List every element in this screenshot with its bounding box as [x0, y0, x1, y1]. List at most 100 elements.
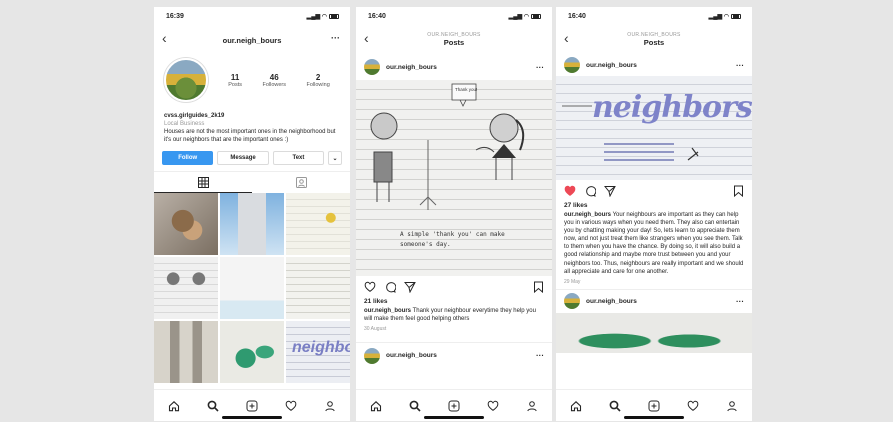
avatar[interactable]: [364, 347, 380, 364]
next-post-header: our.neigh_bours ···: [356, 342, 552, 368]
profile-summary: 11 Posts 46 Followers 2 Following: [154, 54, 350, 102]
stat-posts[interactable]: 11 Posts: [228, 73, 242, 88]
avatar[interactable]: [564, 293, 580, 310]
profile-tabs: [154, 171, 350, 194]
post-image[interactable]: neighbors: [556, 76, 752, 180]
avatar[interactable]: [564, 57, 580, 73]
posts-grid: neighbors: [154, 193, 350, 384]
likes-count[interactable]: 27 likes: [556, 202, 752, 209]
post-caption: our.neigh_bours Thank your neighbour eve…: [356, 305, 552, 323]
next-post-header: our.neigh_bours ···: [556, 288, 752, 313]
following-label: Following: [306, 81, 330, 88]
profile-icon[interactable]: [526, 400, 538, 412]
stat-following[interactable]: 2 Following: [307, 73, 330, 88]
next-post-username[interactable]: our.neigh_bours: [586, 298, 730, 305]
more-options-icon[interactable]: ···: [331, 33, 340, 43]
heart-icon[interactable]: [487, 400, 499, 412]
back-icon[interactable]: ‹: [564, 30, 569, 46]
profile-actions: Follow Message Text ⌄: [154, 144, 350, 166]
grid-post-5[interactable]: [220, 257, 284, 320]
home-icon[interactable]: [570, 400, 582, 412]
post-header: our.neigh_bours ···: [556, 54, 752, 76]
post-image[interactable]: A simple 'thank you' can make someone's …: [356, 80, 552, 276]
avatar[interactable]: [164, 58, 208, 102]
grid-post-1[interactable]: [154, 193, 218, 256]
heart-icon[interactable]: [687, 400, 699, 412]
caption-username[interactable]: our.neigh_bours: [564, 212, 611, 218]
image-scribbles: [562, 105, 699, 161]
bottom-nav: [154, 389, 350, 421]
bio-text: Houses are not the most important ones i…: [164, 129, 336, 144]
drawing-caption-text: A simple 'thank you' can make someone's …: [400, 231, 505, 248]
search-icon[interactable]: [207, 400, 219, 412]
add-post-icon[interactable]: [448, 400, 460, 412]
post-screen-2: 16:40 ▂▄▆ ◠ ‹ OUR.NEIGH_BOURS Posts our.…: [556, 7, 752, 421]
post-screen-1: 16:40 ▂▄▆ ◠ ‹ OUR.NEIGH_BOURS Posts our.…: [356, 7, 552, 421]
tab-grid[interactable]: [154, 172, 252, 194]
next-post-image[interactable]: [556, 312, 752, 353]
bookmark-icon[interactable]: [733, 185, 744, 197]
post-caption: our.neigh_bours Your neighbours are impo…: [556, 209, 752, 276]
back-icon[interactable]: ‹: [162, 30, 167, 46]
post-username[interactable]: our.neigh_bours: [586, 62, 730, 69]
comment-icon[interactable]: [384, 281, 396, 293]
heart-icon[interactable]: [285, 400, 297, 412]
post-header: our.neigh_bours ···: [356, 54, 552, 80]
share-icon[interactable]: [404, 281, 416, 293]
signal-wifi-battery-icon: ▂▄▆ ◠: [307, 13, 339, 20]
stat-followers[interactable]: 46 Followers: [262, 73, 286, 88]
likes-count[interactable]: 21 likes: [356, 298, 552, 305]
share-icon[interactable]: [604, 185, 616, 197]
like-heart-filled-icon[interactable]: [564, 185, 576, 197]
grid-post-3[interactable]: [286, 193, 350, 256]
drawing-bubble-text: Thank you!: [455, 87, 478, 92]
text-button[interactable]: Text: [272, 151, 325, 166]
more-options-icon[interactable]: ···: [536, 351, 544, 360]
back-icon[interactable]: ‹: [364, 30, 369, 46]
profile-bio: cvss.girlguides_2k19 Local Business Hous…: [154, 102, 350, 144]
posts-label: Posts: [228, 81, 242, 88]
home-icon[interactable]: [168, 400, 180, 412]
add-post-icon[interactable]: [648, 400, 660, 412]
more-options-icon[interactable]: ···: [736, 297, 744, 306]
home-icon[interactable]: [370, 400, 382, 412]
caption-username[interactable]: our.neigh_bours: [364, 308, 411, 314]
post-username[interactable]: our.neigh_bours: [386, 64, 530, 71]
more-options-icon[interactable]: ···: [536, 63, 544, 72]
signal-wifi-battery-icon: ▂▄▆ ◠: [709, 13, 741, 20]
follow-button[interactable]: Follow: [162, 151, 214, 166]
profile-screen: 16:39 ▂▄▆ ◠ ‹ our.neigh_bours ··· 11 Post…: [154, 7, 350, 421]
profile-icon[interactable]: [726, 400, 738, 412]
grid-post-2[interactable]: [220, 193, 284, 256]
next-post-username[interactable]: our.neigh_bours: [386, 352, 530, 359]
like-heart-icon[interactable]: [364, 281, 376, 293]
chevron-down-icon[interactable]: ⌄: [328, 151, 342, 166]
posts-header: ‹ OUR.NEIGH_BOURS Posts: [556, 26, 752, 54]
search-icon[interactable]: [609, 400, 621, 412]
profile-username-title: our.neigh_bours: [222, 35, 282, 45]
message-button[interactable]: Message: [217, 151, 269, 166]
header-title: Posts: [643, 37, 665, 47]
tab-tagged[interactable]: [252, 172, 350, 193]
avatar[interactable]: [364, 59, 380, 75]
followers-label: Followers: [262, 81, 287, 88]
profile-icon[interactable]: [324, 400, 336, 412]
post-date: 29 May: [564, 278, 581, 285]
grid-post-9[interactable]: neighbors: [286, 321, 350, 384]
search-icon[interactable]: [409, 400, 421, 412]
grid-post-8[interactable]: [220, 321, 284, 384]
add-post-icon[interactable]: [246, 400, 258, 412]
grid-post-6[interactable]: [286, 257, 350, 320]
header-title: Posts: [443, 37, 465, 47]
post-actions: [556, 180, 752, 202]
profile-category: Local Business: [164, 121, 205, 128]
status-bar: 16:40 ▂▄▆ ◠: [556, 7, 752, 26]
status-time: 16:39: [166, 13, 184, 20]
caption-text: Your neighbours are important as they ca…: [564, 212, 744, 275]
signal-wifi-battery-icon: ▂▄▆ ◠: [509, 13, 541, 20]
more-options-icon[interactable]: ···: [736, 61, 744, 70]
bookmark-icon[interactable]: [533, 281, 544, 293]
grid-post-4[interactable]: [154, 257, 218, 320]
grid-post-7[interactable]: [154, 321, 218, 384]
comment-icon[interactable]: [584, 185, 596, 197]
